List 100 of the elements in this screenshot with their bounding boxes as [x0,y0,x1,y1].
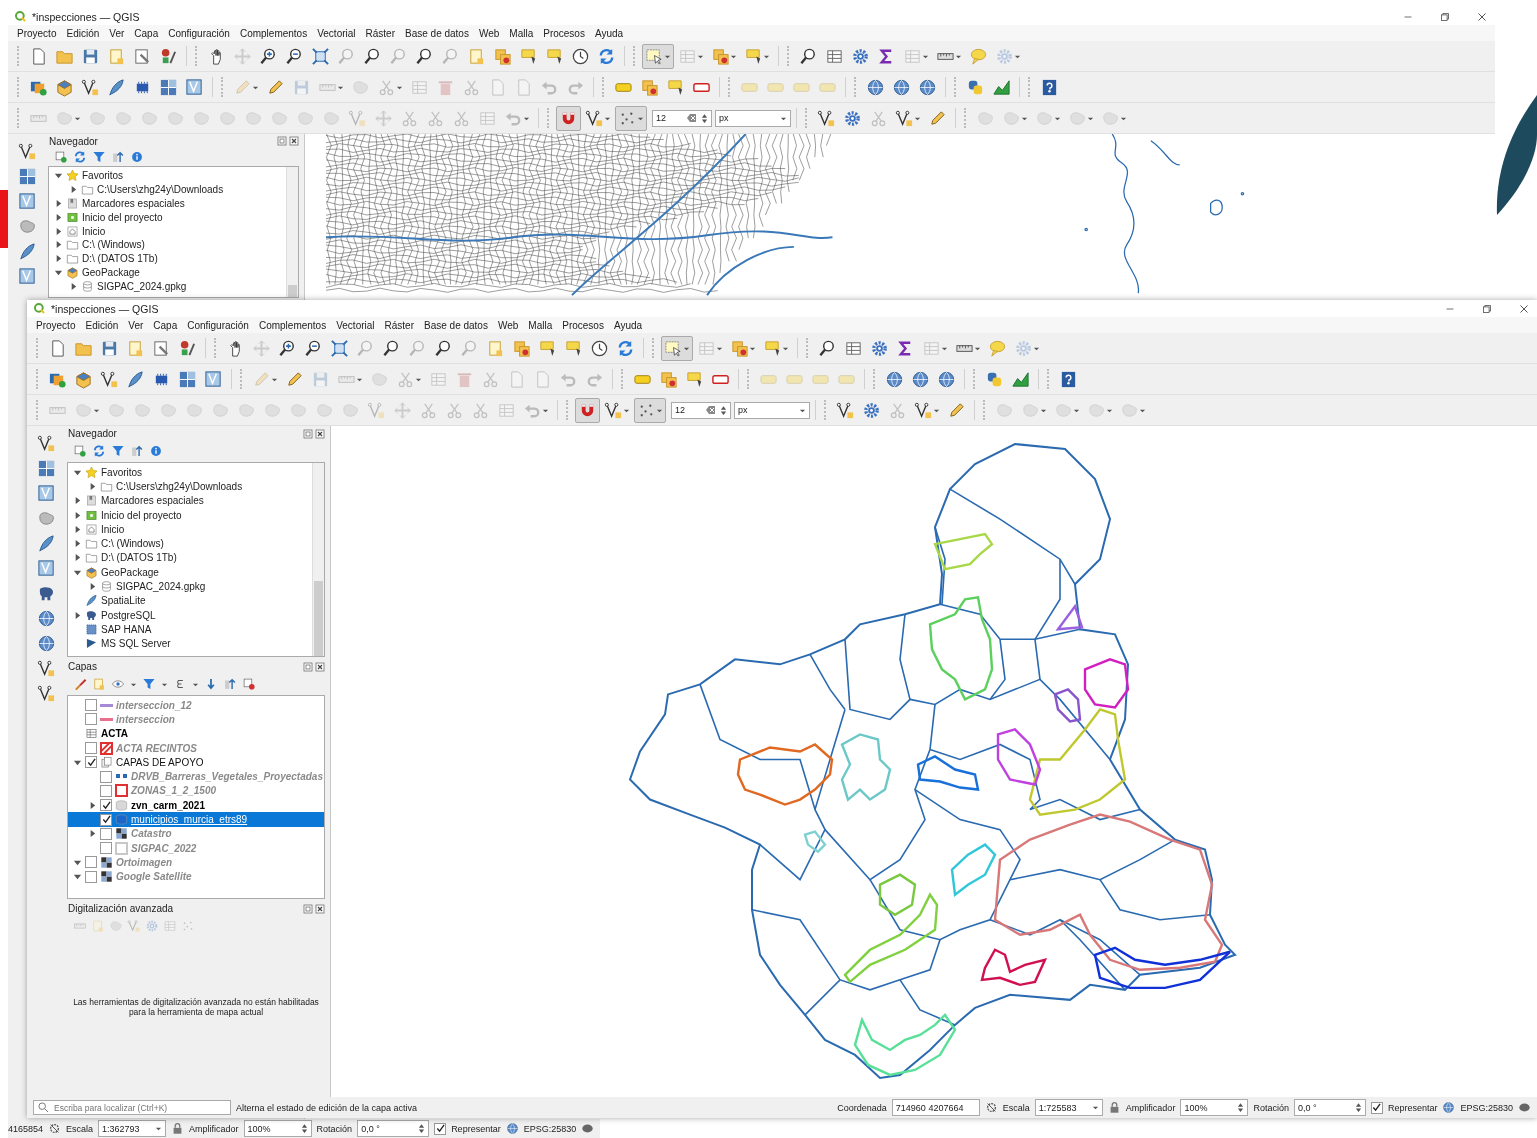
pencil-icon[interactable] [266,77,285,97]
checkbox[interactable] [85,856,97,869]
vertex-icon[interactable] [36,684,56,703]
collapse-arrow-icon[interactable] [54,171,63,181]
expand-arrow-icon[interactable] [69,281,78,291]
rotation-field[interactable]: 0,0 ° [1293,1099,1366,1116]
menu-item[interactable]: Vectorial [312,27,361,39]
spin-arrows-icon[interactable] [418,1121,426,1136]
collapse-arrow-icon[interactable] [73,872,82,882]
vertex-icon[interactable] [836,400,855,420]
layers-icon[interactable] [512,338,531,358]
checkbox[interactable] [85,870,97,883]
menu-item[interactable]: Proyecto [12,27,62,39]
pin-icon[interactable] [519,46,538,66]
add-icon[interactable] [54,149,68,164]
search-field[interactable]: Escriba para localizar (Ctrl+K) [33,1100,231,1115]
menu-item[interactable]: Edición [80,319,124,331]
vertex-icon[interactable] [17,142,37,161]
expand-arrow-icon[interactable] [88,582,97,591]
layer-name[interactable]: ACTA [101,728,133,740]
checkbox[interactable] [434,1122,447,1135]
wrench-icon[interactable] [133,46,152,66]
spin-arrows-icon[interactable] [1354,1100,1362,1115]
scale-dropdown[interactable]: 1:725583 [1034,1099,1103,1116]
browser-item[interactable]: C:\Users\zhg24y\Downloads [116,480,247,492]
shapes-icon[interactable] [159,46,178,66]
pencil-icon[interactable] [947,400,966,420]
menu-item[interactable]: Configuración [182,319,254,331]
menu-item[interactable]: Web [492,319,524,331]
toggle-button[interactable] [642,43,674,69]
message-icon[interactable] [1518,1101,1531,1114]
browser-item[interactable]: Marcadores espaciales [101,495,208,507]
menu-item[interactable]: Proyecto [31,319,81,331]
browser-item[interactable]: Marcadores espaciales [82,198,189,209]
clock-icon[interactable] [590,338,609,358]
globe-icon[interactable] [911,369,930,389]
crossed-circle-icon[interactable] [984,1101,998,1114]
layer-name[interactable]: Catastro [131,828,176,840]
browser-item[interactable]: GeoPackage [101,566,163,578]
rotation-field[interactable]: 0,0 ° [357,1120,430,1137]
browser-item[interactable]: Favoritos [82,170,128,182]
expand-arrow-icon[interactable] [54,199,63,208]
menu-item[interactable]: Ver [123,319,149,331]
browser-item[interactable]: PostgreSQL [101,609,160,621]
wrench-icon[interactable] [152,338,171,358]
toggle-button[interactable] [634,397,666,423]
filter-icon[interactable] [111,444,125,458]
refresh-icon[interactable] [616,338,635,358]
gear-icon[interactable] [851,46,870,66]
gear-icon[interactable] [862,400,881,420]
close-icon[interactable] [289,136,299,146]
unit-dropdown[interactable]: px [734,401,810,419]
refresh-icon[interactable] [92,444,106,458]
spin-arrows-icon[interactable] [300,1121,308,1136]
expand-arrow-icon[interactable] [54,226,63,236]
expand-arrow-icon[interactable] [73,539,82,549]
expand-arrow-icon[interactable] [88,829,97,839]
tolerance-field[interactable]: 12 [652,109,712,127]
info-icon[interactable] [149,444,163,458]
close-icon[interactable] [315,661,325,672]
shapes-icon[interactable] [178,338,197,358]
checkbox[interactable] [100,784,112,797]
pin-icon[interactable] [744,46,763,66]
browser-item[interactable]: Inicio [82,225,110,237]
vertex-icon[interactable] [817,108,836,128]
expand-arrow-icon[interactable] [73,496,82,506]
gear-icon[interactable] [870,338,889,358]
polygon-vertex-icon[interactable] [36,559,56,578]
collapse-all-icon[interactable] [223,677,237,691]
toggle-button[interactable] [615,105,647,131]
layers-icon[interactable] [711,46,730,66]
help-icon[interactable] [1059,369,1078,389]
chart-icon[interactable] [992,77,1011,97]
add-icon[interactable] [73,444,87,458]
menu-item[interactable]: Malla [504,27,539,39]
zoom-in-icon[interactable] [278,338,297,358]
magnifier-icon[interactable] [382,338,401,358]
clear-icon[interactable] [687,113,697,123]
globe-icon[interactable] [937,369,956,389]
scrollbar[interactable] [312,463,324,656]
menu-item[interactable]: Base de datos [400,27,474,39]
browser-item[interactable]: GeoPackage [82,266,144,278]
layer-name[interactable]: ZONAS_1_2_1500 [131,785,221,797]
pin-icon[interactable] [666,77,685,97]
menu-item[interactable]: Capa [148,319,183,331]
polygon-vertex-icon[interactable] [204,369,223,389]
layers-icon[interactable] [730,338,749,358]
globe-icon[interactable] [866,77,885,97]
expand-arrow-icon[interactable] [88,800,97,810]
layer-name[interactable]: interseccion_12 [116,699,196,711]
browser-item[interactable]: Favoritos [101,466,147,478]
layers-icon[interactable] [640,77,659,97]
expand-arrow-icon[interactable] [73,524,82,534]
selection-icon[interactable] [664,338,683,358]
zoom-out-icon[interactable] [304,338,323,358]
vertex-icon[interactable] [36,434,56,453]
crs-button[interactable]: EPSG:25830 [523,1123,577,1134]
grid-icon[interactable] [178,369,197,389]
grid-icon[interactable] [17,167,37,186]
expand-arrow-icon[interactable] [54,212,63,222]
